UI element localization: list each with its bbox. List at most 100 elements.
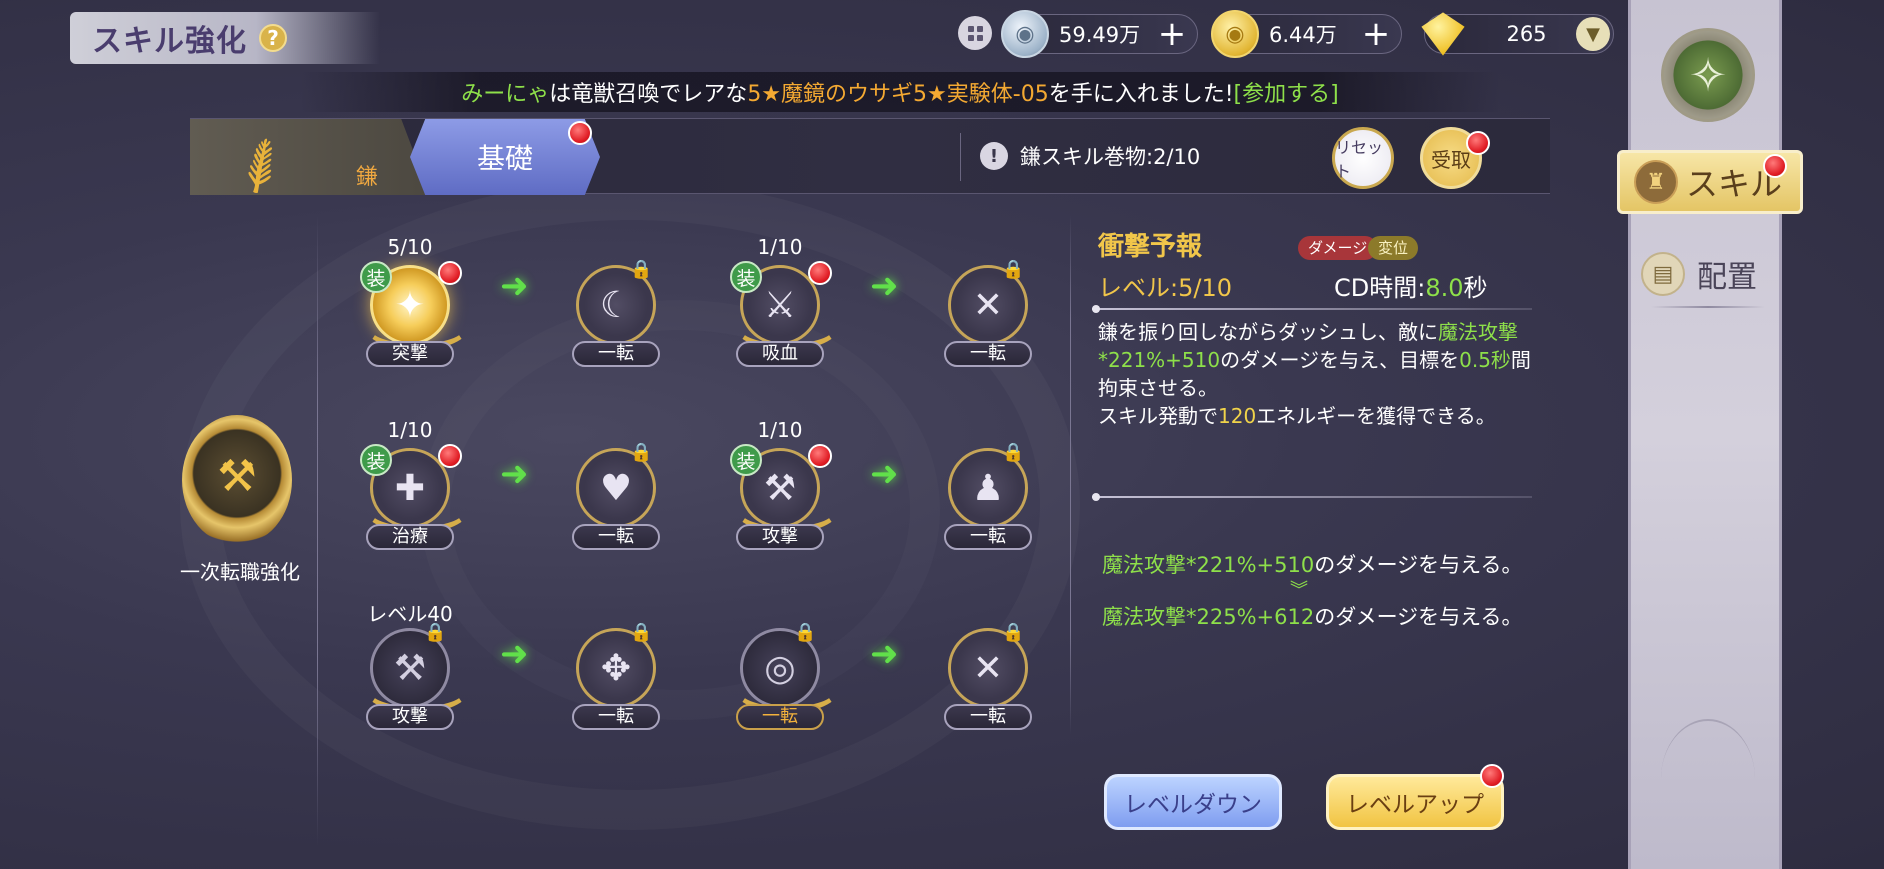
background-swirl — [420, 300, 940, 720]
skill-name: 一転 — [572, 341, 660, 367]
sidebar-item-label: 配置 — [1697, 260, 1757, 295]
skill-detail-panel: 衝撃予報 ダメージ 変位 レベル:5/10 CD時間:8.0秒 鎌を振り回しなが… — [1092, 226, 1538, 629]
upgrade-arrow-icon: ➜ — [500, 266, 529, 306]
tag-damage: ダメージ — [1298, 236, 1378, 260]
skill-notification-dot — [438, 444, 462, 468]
skill-name: 攻撃 — [736, 524, 824, 550]
tag-displace: 変位 — [1368, 236, 1419, 260]
announcement-join-link[interactable]: [参加する] — [1234, 76, 1339, 108]
lock-icon: 🔒 — [1002, 259, 1025, 280]
skill-name: 一転 — [944, 704, 1032, 730]
skill-node-r2d[interactable]: ♟ 🔒 一転 — [938, 442, 1038, 568]
skill-node-r3a[interactable]: レベル40 ⚒ 🔒 攻撃 — [360, 602, 469, 748]
skill-node-r1c[interactable]: 1/10 ⚔ 装 吸血 — [730, 235, 839, 385]
help-icon[interactable]: ? — [259, 24, 287, 52]
skill-level: 1/10 — [757, 418, 803, 442]
skill-name: 突撃 — [366, 341, 454, 367]
silver-currency: ◉ 59.49万 + — [1001, 10, 1198, 58]
menu-grid-button[interactable] — [958, 16, 992, 50]
skill-name: 攻撃 — [366, 704, 454, 730]
add-silver-button[interactable]: + — [1155, 17, 1189, 51]
equipped-badge: 装 — [360, 261, 392, 293]
sidebar-item-placement[interactable]: ▤ 配置 — [1641, 246, 1781, 302]
skill-name: 治療 — [366, 524, 454, 550]
page-title-bar: スキル強化 ? — [70, 12, 380, 64]
gold-currency: ◉ 6.44万 + — [1211, 10, 1402, 58]
skill-name: 一転 — [572, 524, 660, 550]
equipped-badge: 装 — [360, 444, 392, 476]
announcement-banner: みーにゃ は竜獣召喚でレアな 5★魔鏡のウサギ 5★実験体-05 を手に入れまし… — [300, 72, 1500, 112]
announcement-item: 5★魔鏡のウサギ — [747, 82, 914, 107]
gem-icon: ◆ — [1421, 12, 1465, 56]
skill-upgrade-preview: 魔法攻撃*221%+510のダメージを与える。 ︾ 魔法攻撃*225%+612の… — [1102, 550, 1542, 632]
book-icon: ▤ — [1641, 252, 1685, 296]
skill-node-r2c[interactable]: 1/10 ⚒ 装 攻撃 — [730, 418, 839, 568]
skill-description: 鎌を振り回しながらダッシュし、敵に魔法攻撃*221%+510のダメージを与え、目… — [1098, 320, 1531, 428]
divider — [960, 133, 961, 181]
skill-detail-stats: レベル:5/10 CD時間:8.0秒 — [1098, 268, 1538, 303]
skill-level: 5/10 — [387, 235, 433, 259]
tab-basic-label: 基礎 — [476, 142, 533, 175]
skill-node-r2a[interactable]: 1/10 ✚ 装 治療 — [360, 418, 469, 568]
compass-emblem-icon: ✧ — [1661, 28, 1755, 122]
skill-notification-dot — [808, 261, 832, 285]
announcement-player: みーにゃ — [461, 82, 550, 107]
announcement-text: は竜獣召喚でレアな — [549, 82, 748, 107]
skill-node-r2b[interactable]: ♥ 🔒 一転 — [566, 442, 666, 568]
decorative-ornament — [1661, 719, 1755, 839]
skill-node-r1a[interactable]: 5/10 ✦ 装 突撃 — [360, 235, 469, 385]
info-icon: ! — [980, 142, 1008, 170]
skill-scroll-count: 鎌スキル巻物:2/10 — [1020, 145, 1201, 169]
chevron-down-icon: ︾ — [1290, 580, 1308, 601]
scythe-class-icon: ⚒ — [217, 450, 257, 502]
skill-name: 一転 — [572, 704, 660, 730]
equipped-badge: 装 — [730, 261, 762, 293]
silver-coin-icon: ◉ — [1001, 10, 1049, 58]
class-emblem[interactable]: ⚒ — [182, 415, 292, 545]
receive-notification-dot — [1466, 131, 1490, 155]
page-title: スキル強化 — [92, 24, 247, 59]
skill-node-r1d[interactable]: ✕ 🔒 一転 — [938, 259, 1038, 385]
level-up-button[interactable]: レベルアップ — [1326, 774, 1504, 830]
divider — [317, 215, 318, 845]
skill-notification-dot — [808, 444, 832, 468]
weapon-tab-bar: ⸙ 鎌 基礎 ! 鎌スキル巻物:2/10 リセット 受取 — [190, 118, 1550, 195]
skill-detail-level: レベル:5/10 — [1098, 274, 1232, 302]
skill-level: 1/10 — [757, 235, 803, 259]
upgrade-arrow-icon: ➜ — [870, 634, 899, 674]
skill-name: 一転 — [944, 524, 1032, 550]
skill-scroll-info: ! 鎌スキル巻物:2/10 — [980, 141, 1200, 171]
reset-button[interactable]: リセット — [1332, 127, 1394, 189]
upgrade-arrow-icon: ➜ — [870, 266, 899, 306]
skill-name: 一転 — [944, 341, 1032, 367]
skill-node-r3b[interactable]: ✥ 🔒 一転 — [566, 622, 666, 748]
gem-dropdown-button[interactable]: ▼ — [1576, 17, 1610, 51]
silver-value: 59.49万 — [1059, 23, 1141, 47]
skill-node-r1b[interactable]: ☾ 🔒 一転 — [566, 259, 666, 385]
skill-name: 一転 — [736, 704, 824, 730]
announcement-text: を手に入れました! — [1048, 82, 1234, 107]
tab-weapon-scythe[interactable]: ⸙ 鎌 — [190, 119, 430, 195]
divider — [1092, 493, 1532, 501]
skill-notification-dot — [438, 261, 462, 285]
add-gold-button[interactable]: + — [1359, 17, 1393, 51]
lock-icon: 🔒 — [1002, 622, 1025, 643]
level-up-notification-dot — [1480, 764, 1504, 788]
skill-level: 1/10 — [387, 418, 433, 442]
lock-icon: 🔒 — [794, 622, 817, 643]
lock-icon: 🔒 — [424, 622, 447, 643]
skill-node-r3d[interactable]: ✕ 🔒 一転 — [938, 622, 1038, 748]
tab-basic-notification-dot — [568, 121, 592, 145]
divider — [1070, 215, 1071, 735]
announcement-item: 5★実験体-05 — [913, 82, 1049, 107]
lock-icon: 🔒 — [630, 442, 653, 463]
upgrade-arrow-icon: ➜ — [500, 634, 529, 674]
level-down-button[interactable]: レベルダウン — [1104, 774, 1282, 830]
upgrade-arrow-icon: ➜ — [870, 454, 899, 494]
skill-node-r3c[interactable]: ◎ 🔒 一転 — [730, 622, 839, 748]
sidebar-skill-notification-dot — [1763, 154, 1787, 178]
upgrade-arrow-icon: ➜ — [500, 454, 529, 494]
right-sidebar: ✧ ♜ スキル ▤ 配置 — [1617, 0, 1803, 869]
lock-icon: 🔒 — [1002, 442, 1025, 463]
equipped-badge: 装 — [730, 444, 762, 476]
